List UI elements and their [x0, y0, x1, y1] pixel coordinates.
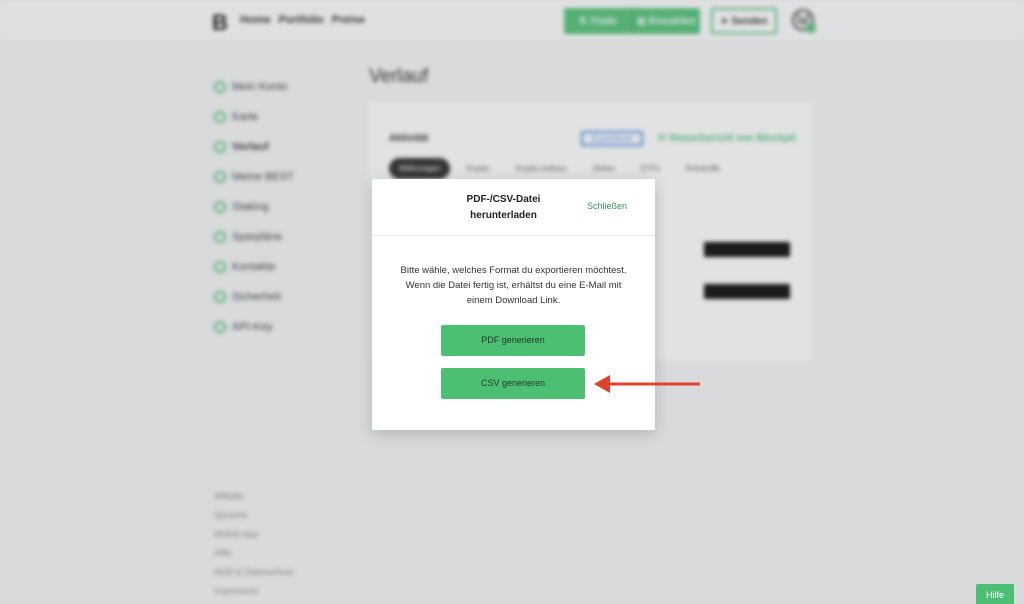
modal-title: PDF-/CSV-Datei herunterladen [466, 194, 541, 221]
annotation-arrow-icon [594, 375, 700, 393]
help-button[interactable]: Hilfe [976, 584, 1014, 604]
modal-header: PDF-/CSV-Datei herunterladen Schließen [372, 179, 655, 236]
close-button[interactable]: Schließen [587, 201, 627, 211]
generate-pdf-button[interactable]: PDF generieren [441, 325, 585, 356]
modal-description: Bitte wähle, welches Format du exportier… [400, 265, 627, 306]
generate-csv-button[interactable]: CSV generieren [441, 368, 585, 399]
